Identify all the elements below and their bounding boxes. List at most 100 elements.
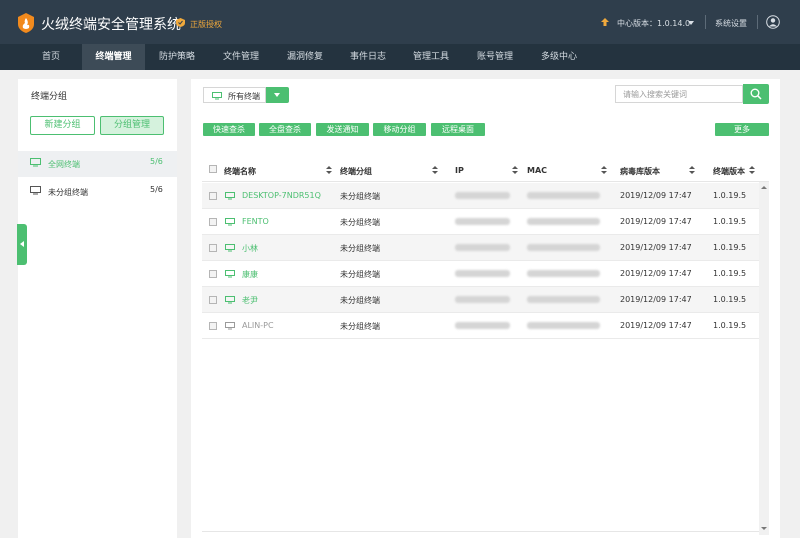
virus-db-version: 2019/12/09 17:47 bbox=[620, 243, 692, 252]
monitor-icon bbox=[30, 158, 41, 167]
mac-redacted bbox=[527, 192, 600, 199]
table-row[interactable]: 小林 未分组终端 2019/12/09 17:47 1.0.19.5 bbox=[202, 235, 759, 261]
row-checkbox[interactable] bbox=[209, 218, 217, 226]
terminal-filter-select[interactable]: 所有终端 bbox=[203, 87, 266, 103]
sidebar-item-label: 全网终端 bbox=[48, 160, 80, 169]
terminal-name-link[interactable]: ALIN-PC bbox=[242, 321, 274, 330]
column-header-ip[interactable]: IP bbox=[455, 166, 464, 175]
sort-icon[interactable] bbox=[689, 166, 695, 175]
logo-icon bbox=[18, 13, 34, 33]
chevron-down-icon[interactable] bbox=[688, 21, 694, 25]
monitor-icon bbox=[225, 244, 235, 252]
nav-protection-policy[interactable]: 防护策略 bbox=[150, 44, 204, 70]
virus-db-version: 2019/12/09 17:47 bbox=[620, 295, 692, 304]
column-header-client-version[interactable]: 终端版本 bbox=[713, 166, 745, 177]
terminal-list-panel: 所有终端 快速查杀 全盘查杀 发送通知 移动分组 远程桌面 更多 终端名称 终端… bbox=[191, 79, 780, 538]
more-button[interactable]: 更多 bbox=[715, 123, 769, 136]
table-row[interactable]: DESKTOP-7NDR51Q 未分组终端 2019/12/09 17:47 1… bbox=[202, 183, 759, 209]
divider bbox=[757, 15, 758, 29]
table-row[interactable]: ALIN-PC 未分组终端 2019/12/09 17:47 1.0.19.5 bbox=[202, 313, 759, 339]
table-scrollbar[interactable] bbox=[759, 182, 769, 535]
mac-redacted bbox=[527, 218, 600, 225]
table-header: 终端名称 终端分组 IP MAC 病毒库版本 终端版本 bbox=[202, 160, 769, 182]
column-header-virus-db[interactable]: 病毒库版本 bbox=[620, 166, 660, 177]
nav-account-management[interactable]: 账号管理 bbox=[467, 44, 523, 70]
quick-scan-button[interactable]: 快速查杀 bbox=[203, 123, 255, 136]
sort-icon[interactable] bbox=[601, 166, 607, 175]
terminal-name-link[interactable]: 老尹 bbox=[242, 295, 258, 306]
search-button[interactable] bbox=[743, 84, 769, 104]
terminal-count: 5/6 bbox=[150, 185, 163, 194]
scroll-down-icon[interactable] bbox=[761, 527, 767, 530]
new-group-button[interactable]: 新建分组 bbox=[30, 116, 95, 135]
group-sidebar: 终端分组 新建分组 分组管理 全网终端 5/6 未分组终端 5/6 bbox=[18, 79, 177, 538]
row-checkbox[interactable] bbox=[209, 270, 217, 278]
scroll-up-icon[interactable] bbox=[761, 186, 767, 189]
row-checkbox[interactable] bbox=[209, 244, 217, 252]
nav-vulnerability-fix[interactable]: 漏洞修复 bbox=[277, 44, 333, 70]
terminal-name-link[interactable]: 康康 bbox=[242, 269, 258, 280]
sidebar-item-label: 未分组终端 bbox=[48, 188, 88, 197]
mac-redacted bbox=[527, 270, 600, 277]
monitor-icon bbox=[225, 322, 235, 330]
monitor-icon bbox=[225, 270, 235, 278]
terminal-filter-dropdown[interactable] bbox=[266, 87, 289, 103]
table-row[interactable]: FENTO 未分组终端 2019/12/09 17:47 1.0.19.5 bbox=[202, 209, 759, 235]
sidebar-item-all-terminals[interactable]: 全网终端 5/6 bbox=[18, 151, 177, 177]
client-version: 1.0.19.5 bbox=[713, 243, 747, 252]
system-settings-link[interactable]: 系统设置 bbox=[715, 18, 747, 29]
ip-redacted bbox=[455, 270, 510, 277]
virus-db-version: 2019/12/09 17:47 bbox=[620, 269, 692, 278]
chevron-down-icon bbox=[274, 93, 280, 97]
nav-home[interactable]: 首页 bbox=[30, 44, 72, 70]
terminal-name-link[interactable]: DESKTOP-7NDR51Q bbox=[242, 191, 321, 200]
row-checkbox[interactable] bbox=[209, 192, 217, 200]
column-header-group[interactable]: 终端分组 bbox=[340, 166, 372, 177]
row-checkbox[interactable] bbox=[209, 322, 217, 330]
main-nav: 首页 终端管理 防护策略 文件管理 漏洞修复 事件日志 管理工具 账号管理 多级… bbox=[0, 44, 800, 70]
terminal-group: 未分组终端 bbox=[340, 244, 380, 253]
user-avatar-icon[interactable] bbox=[766, 15, 780, 29]
sort-icon[interactable] bbox=[512, 166, 518, 175]
column-header-name[interactable]: 终端名称 bbox=[224, 166, 256, 177]
sort-icon[interactable] bbox=[432, 166, 438, 175]
nav-terminal-management[interactable]: 终端管理 bbox=[82, 44, 145, 70]
collapse-sidebar-toggle[interactable] bbox=[17, 224, 27, 265]
terminal-group: 未分组终端 bbox=[340, 322, 380, 331]
sidebar-title: 终端分组 bbox=[31, 92, 68, 102]
move-group-button[interactable]: 移动分组 bbox=[373, 123, 426, 136]
search-icon bbox=[750, 88, 762, 100]
sort-icon[interactable] bbox=[749, 166, 755, 175]
terminal-filter-value: 所有终端 bbox=[228, 92, 260, 101]
nav-event-log[interactable]: 事件日志 bbox=[340, 44, 396, 70]
center-version[interactable]: 中心版本：1.0.14.0 bbox=[617, 18, 690, 29]
nav-file-management[interactable]: 文件管理 bbox=[213, 44, 269, 70]
client-version: 1.0.19.5 bbox=[713, 321, 747, 330]
terminal-name-link[interactable]: FENTO bbox=[242, 217, 269, 226]
terminal-group: 未分组终端 bbox=[340, 296, 380, 305]
send-notice-button[interactable]: 发送通知 bbox=[316, 123, 369, 136]
table-row[interactable]: 老尹 未分组终端 2019/12/09 17:47 1.0.19.5 bbox=[202, 287, 759, 313]
mac-redacted bbox=[527, 322, 600, 329]
sort-icon[interactable] bbox=[326, 166, 332, 175]
full-scan-button[interactable]: 全盘查杀 bbox=[259, 123, 311, 136]
manage-group-button[interactable]: 分组管理 bbox=[100, 116, 164, 135]
terminal-name-link[interactable]: 小林 bbox=[242, 243, 258, 254]
license-status: 正版授权 bbox=[190, 20, 222, 29]
row-checkbox[interactable] bbox=[209, 296, 217, 304]
virus-db-version: 2019/12/09 17:47 bbox=[620, 191, 692, 200]
sidebar-item-ungrouped[interactable]: 未分组终端 5/6 bbox=[18, 179, 177, 205]
table-row[interactable]: 康康 未分组终端 2019/12/09 17:47 1.0.19.5 bbox=[202, 261, 759, 287]
client-version: 1.0.19.5 bbox=[713, 217, 747, 226]
select-all-checkbox[interactable] bbox=[209, 165, 217, 173]
remote-desktop-button[interactable]: 远程桌面 bbox=[431, 123, 485, 136]
client-version: 1.0.19.5 bbox=[713, 295, 747, 304]
search-input[interactable] bbox=[615, 85, 743, 103]
nav-management-tools[interactable]: 管理工具 bbox=[403, 44, 459, 70]
nav-multilevel-center[interactable]: 多级中心 bbox=[531, 44, 587, 70]
app-title: 火绒终端安全管理系统 bbox=[41, 17, 181, 33]
client-version: 1.0.19.5 bbox=[713, 269, 747, 278]
column-header-mac[interactable]: MAC bbox=[527, 166, 547, 175]
collapse-arrow-icon bbox=[20, 241, 24, 247]
update-arrow-icon bbox=[601, 18, 609, 26]
